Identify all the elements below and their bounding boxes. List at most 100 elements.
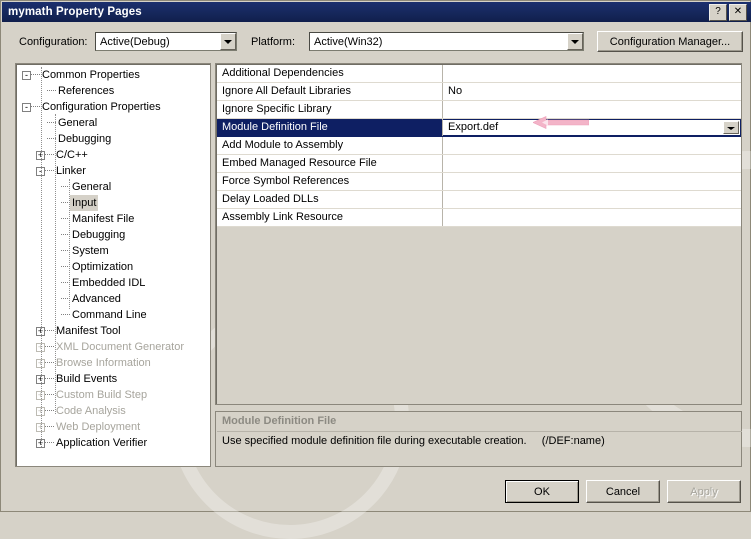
tree-item-linker[interactable]: - Linker (16, 163, 210, 179)
tree-item-label: Input (70, 195, 99, 211)
apply-button: Apply (667, 480, 741, 503)
tree-item-browse-information[interactable]: + Browse Information (16, 355, 210, 371)
property-name: Add Module to Assembly (217, 137, 443, 154)
configuration-dropdown[interactable]: Active(Debug) (95, 32, 237, 51)
tree-item-label: System (72, 245, 109, 257)
tree-connector-line (45, 154, 54, 156)
tree-item-label: Manifest Tool (56, 325, 121, 337)
tree-item-build-events[interactable]: + Build Events (16, 371, 210, 387)
value-dropdown-icon[interactable] (723, 121, 739, 134)
tree-item-application-verifier[interactable]: + Application Verifier (16, 435, 210, 451)
property-value[interactable] (443, 101, 741, 118)
property-row[interactable]: Delay Loaded DLLs (217, 191, 741, 209)
tree-item-label: Application Verifier (56, 437, 148, 449)
tree-item-c-c[interactable]: + C/C++ (16, 147, 210, 163)
tree-item-embedded-idl[interactable]: Embedded IDL (16, 275, 210, 291)
tree-item-system[interactable]: System (16, 243, 210, 259)
tree-item-command-line[interactable]: Command Line (16, 307, 210, 323)
tree-item-web-deployment[interactable]: + Web Deployment (16, 419, 210, 435)
tree-connector-line (45, 442, 54, 444)
configuration-label: Configuration: (19, 36, 88, 48)
tree-item-label: Common Properties (42, 69, 140, 81)
description-panel: Module Definition File Use specified mod… (215, 411, 742, 467)
help-icon[interactable]: ? (709, 4, 727, 21)
tree-item-common-properties[interactable]: - Common Properties (16, 67, 210, 83)
tree-item-references[interactable]: References (16, 83, 210, 99)
tree-guide-line (55, 114, 57, 414)
platform-dropdown[interactable]: Active(Win32) (309, 32, 584, 51)
collapse-icon[interactable]: - (22, 70, 31, 80)
property-value[interactable] (443, 65, 741, 82)
property-pages-dialog: mymath Property Pages ? ✕ Configuration:… (0, 0, 751, 539)
property-value[interactable] (443, 137, 741, 154)
tree-connector-line (45, 170, 54, 172)
collapse-icon[interactable]: - (22, 102, 31, 112)
tree-item-label: Browse Information (56, 357, 151, 369)
property-grid[interactable]: Additional Dependencies Ignore All Defaul… (215, 63, 742, 405)
property-row[interactable]: Additional Dependencies (217, 65, 741, 83)
tree-connector-line (45, 330, 54, 332)
tree-item-manifest-file[interactable]: Manifest File (16, 211, 210, 227)
tree-guide-line (69, 179, 71, 309)
property-row[interactable]: Add Module to Assembly (217, 137, 741, 155)
property-row[interactable]: Embed Managed Resource File (217, 155, 741, 173)
property-row[interactable]: Module Definition File Export.def (217, 119, 741, 137)
tree-item-code-analysis[interactable]: + Code Analysis (16, 403, 210, 419)
ok-button[interactable]: OK (505, 480, 579, 503)
close-icon[interactable]: ✕ (729, 4, 747, 21)
chevron-down-icon[interactable] (220, 33, 236, 50)
configuration-manager-button[interactable]: Configuration Manager... (597, 31, 743, 52)
tree-connector-line (45, 394, 54, 396)
chevron-down-icon[interactable] (567, 33, 583, 50)
tree-item-configuration-properties[interactable]: - Configuration Properties (16, 99, 210, 115)
property-value-text: No (448, 85, 463, 97)
property-row[interactable]: Ignore All Default Libraries No (217, 83, 741, 101)
tree-item-xml-document-generator[interactable]: + XML Document Generator (16, 339, 210, 355)
tree-item-label: Linker (56, 165, 86, 177)
tree-item-label: Debugging (72, 229, 126, 241)
property-name: Force Symbol References (217, 173, 443, 190)
tree-connector-line (31, 106, 40, 108)
tree-item-label: Build Events (56, 373, 118, 385)
tree-item-custom-build-step[interactable]: + Custom Build Step (16, 387, 210, 403)
tree-item-label: XML Document Generator (56, 341, 184, 353)
tree-item-debugging[interactable]: Debugging (16, 227, 210, 243)
tree-connector-line (45, 346, 54, 348)
property-value[interactable]: No (443, 83, 741, 100)
property-name: Embed Managed Resource File (217, 155, 443, 172)
tree-item-optimization[interactable]: Optimization (16, 259, 210, 275)
property-value[interactable] (443, 155, 741, 172)
window-title: mymath Property Pages (8, 6, 142, 18)
tree-item-label: General (58, 117, 98, 129)
tree-item-label: References (58, 85, 115, 97)
property-name: Ignore All Default Libraries (217, 83, 443, 100)
tree-item-input[interactable]: Input (16, 195, 210, 211)
property-value[interactable] (443, 173, 741, 190)
configuration-bar: Configuration: Active(Debug) Platform: A… (2, 23, 751, 59)
tree-item-manifest-tool[interactable]: + Manifest Tool (16, 323, 210, 339)
tree-item-general[interactable]: General (16, 115, 210, 131)
tree-connector-line (45, 362, 54, 364)
tree-item-label: Debugging (58, 133, 112, 145)
configuration-value: Active(Debug) (100, 35, 170, 48)
tree-item-label: Custom Build Step (56, 389, 148, 401)
tree-item-advanced[interactable]: Advanced (16, 291, 210, 307)
tree-guide-line (41, 67, 43, 447)
property-row[interactable]: Ignore Specific Library (217, 101, 741, 119)
tree-item-label: Advanced (72, 293, 121, 305)
tree-item-debugging[interactable]: Debugging (16, 131, 210, 147)
properties-tree[interactable]: - Common Properties References - Configurati… (15, 63, 211, 467)
property-value[interactable] (443, 191, 741, 208)
tree-connector-line (45, 426, 54, 428)
property-row[interactable]: Assembly Link Resource (217, 209, 741, 227)
tree-item-general[interactable]: General (16, 179, 210, 195)
property-name: Module Definition File (217, 119, 443, 136)
cancel-button[interactable]: Cancel (586, 480, 660, 503)
platform-label: Platform: (251, 36, 296, 48)
title-bar[interactable]: mymath Property Pages ? ✕ (2, 2, 751, 22)
tree-connector-line (47, 90, 56, 92)
description-divider (217, 431, 742, 432)
property-value[interactable] (443, 209, 741, 226)
property-row[interactable]: Force Symbol References (217, 173, 741, 191)
property-value[interactable]: Export.def (443, 119, 741, 136)
